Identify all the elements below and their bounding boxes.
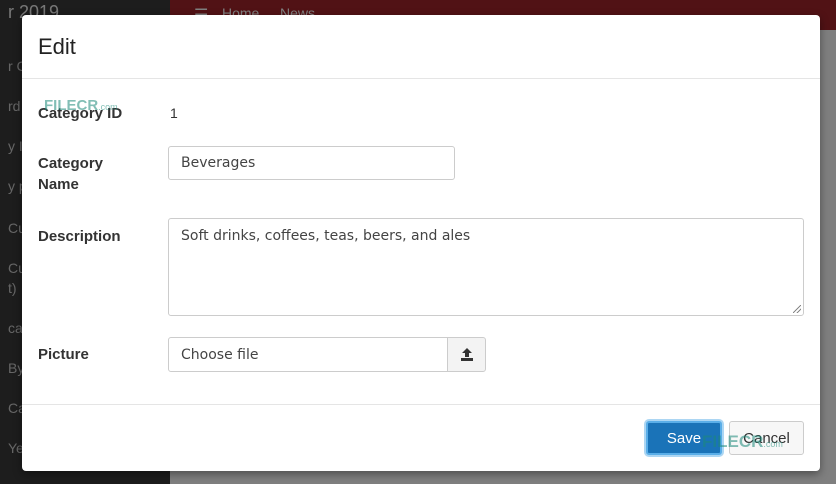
resize-grip-icon[interactable] bbox=[793, 305, 801, 313]
description-label: Description bbox=[38, 228, 121, 245]
file-input-text[interactable]: Choose file bbox=[168, 337, 448, 372]
category-id-value: 1 bbox=[170, 105, 178, 121]
picture-label: Picture bbox=[38, 346, 89, 363]
description-text: Soft drinks, coffees, teas, beers, and a… bbox=[181, 228, 471, 244]
category-name-label-line2: Name bbox=[38, 176, 79, 193]
dialog-footer: Save Cancel bbox=[22, 404, 820, 472]
filecr-watermark-logo: FILECR.com bbox=[44, 97, 118, 114]
edit-dialog: Edit Category ID 1 Category Name Beverag… bbox=[22, 15, 820, 471]
category-name-label: Category Name bbox=[38, 153, 103, 195]
dialog-title: Edit bbox=[38, 34, 76, 59]
upload-button[interactable] bbox=[447, 337, 486, 372]
upload-icon bbox=[460, 348, 473, 361]
dialog-header: Edit bbox=[22, 15, 820, 79]
category-name-label-line1: Category bbox=[38, 155, 104, 172]
filecr-watermark-logo: FILECR.com bbox=[702, 432, 783, 451]
picture-file-input[interactable]: Choose file bbox=[168, 337, 486, 372]
description-textarea[interactable]: Soft drinks, coffees, teas, beers, and a… bbox=[168, 218, 804, 316]
category-name-input[interactable]: Beverages bbox=[168, 146, 455, 180]
